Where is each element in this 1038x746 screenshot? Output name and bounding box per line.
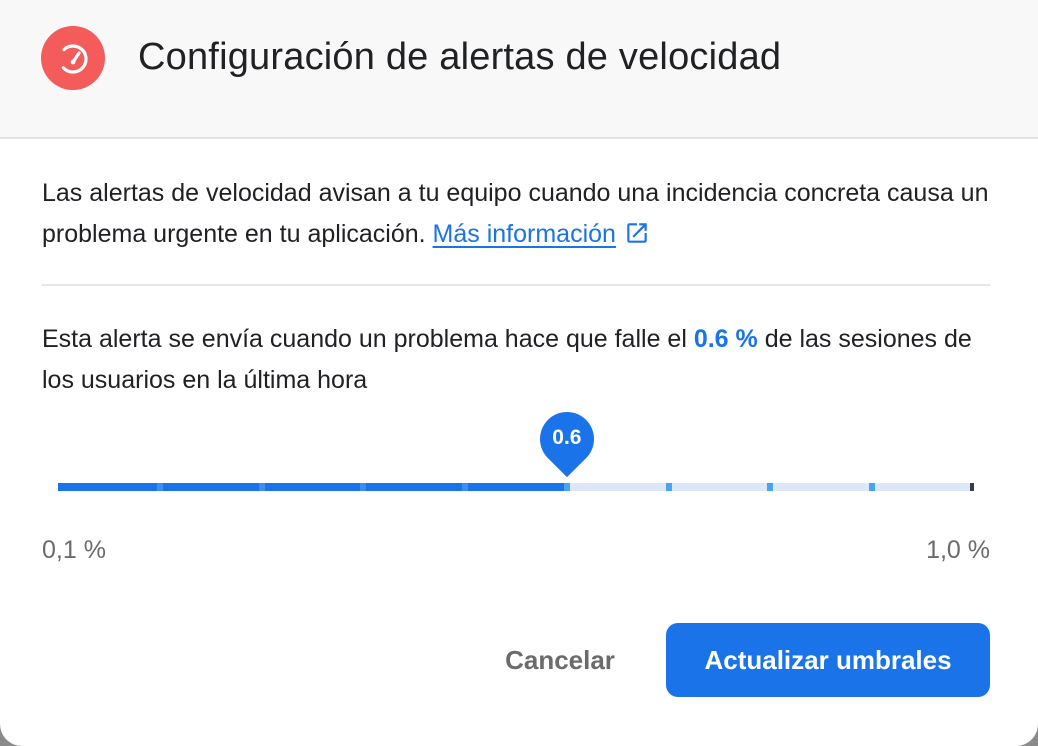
speed-alert-dialog: Configuración de alertas de velocidad La… bbox=[0, 0, 1038, 746]
slider-step-tick bbox=[258, 483, 265, 491]
open-in-new-icon bbox=[624, 218, 650, 259]
update-thresholds-button[interactable]: Actualizar umbrales bbox=[666, 623, 990, 697]
slider-step-tick bbox=[869, 483, 876, 491]
more-info-label: Más información bbox=[432, 220, 616, 248]
slider-step-tick bbox=[156, 483, 163, 491]
intro-paragraph: Las alertas de velocidad avisan a tu equ… bbox=[42, 173, 1002, 259]
slider-step-tick bbox=[665, 483, 672, 491]
slider-max-label: 1,0 % bbox=[926, 536, 990, 564]
slider-step-tick bbox=[462, 483, 469, 491]
slider-min-label: 0,1 % bbox=[42, 536, 106, 564]
slider-thumb-value: 0.6 bbox=[552, 426, 582, 449]
threshold-description: Esta alerta se envía cuando un problema … bbox=[42, 319, 1002, 401]
slider-track-end bbox=[970, 483, 974, 491]
threshold-slider[interactable]: 0.6 bbox=[58, 400, 974, 491]
slider-step-tick bbox=[767, 483, 774, 491]
dialog-title: Configuración de alertas de velocidad bbox=[138, 36, 782, 78]
speedometer-icon bbox=[41, 26, 105, 90]
cancel-button[interactable]: Cancelar bbox=[480, 624, 640, 696]
slider-step-tick bbox=[360, 483, 367, 491]
section-divider bbox=[42, 284, 990, 286]
slider-track-active bbox=[58, 483, 567, 491]
more-info-link[interactable]: Más información bbox=[433, 220, 650, 248]
threshold-value: 0.6 % bbox=[693, 325, 758, 353]
dialog-header: Configuración de alertas de velocidad bbox=[0, 0, 1038, 139]
slider-step-tick bbox=[563, 483, 570, 491]
threshold-text-before: Esta alerta se envía cuando un problema … bbox=[42, 325, 687, 353]
